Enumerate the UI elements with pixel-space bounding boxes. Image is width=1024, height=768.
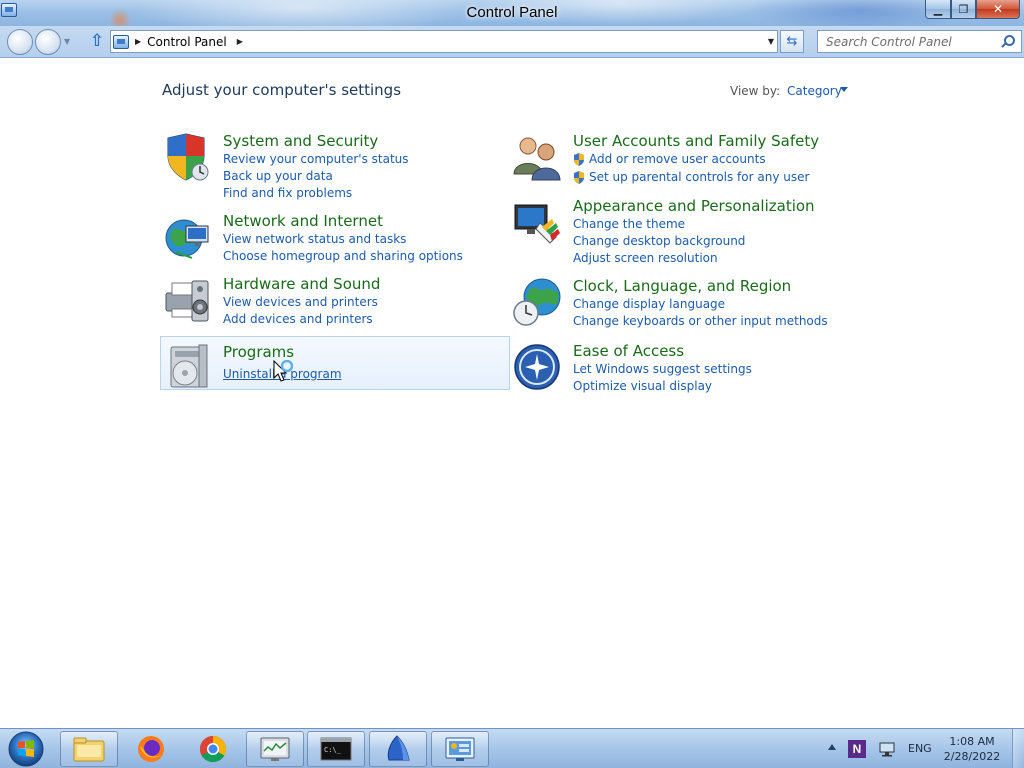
category-link[interactable]: Review your computer's status bbox=[223, 152, 409, 166]
uac-shield-icon bbox=[574, 171, 584, 184]
taskbar: C:\_ N ENG 1:08 AM 2/28/2022 bbox=[0, 728, 1024, 768]
category-link[interactable]: Add devices and printers bbox=[223, 312, 373, 326]
category-user-accounts: User Accounts and Family Safety Add or r… bbox=[512, 132, 832, 187]
category-hardware-and-sound: Hardware and Sound View devices and prin… bbox=[162, 275, 502, 330]
search-icon[interactable] bbox=[1004, 35, 1015, 46]
programs-cd-icon[interactable] bbox=[163, 341, 213, 391]
category-title[interactable]: Appearance and Personalization bbox=[573, 197, 815, 215]
category-link[interactable]: Let Windows suggest settings bbox=[573, 362, 752, 376]
taskbar-explorer[interactable] bbox=[60, 731, 118, 767]
chevron-down-icon[interactable] bbox=[840, 87, 848, 92]
control-panel-content: Adjust your computer's settings View by:… bbox=[0, 59, 1024, 728]
network-globe-icon[interactable] bbox=[162, 212, 212, 262]
window-controls: ▁ ❐ ✕ bbox=[925, 0, 1020, 19]
view-by-label: View by: bbox=[730, 84, 781, 98]
category-programs[interactable]: Programs Uninstall a program bbox=[160, 336, 510, 390]
category-system-and-security: System and Security Review your computer… bbox=[162, 132, 502, 204]
users-icon[interactable] bbox=[512, 132, 562, 182]
window-title: Control Panel bbox=[466, 4, 558, 21]
mouse-cursor-busy-icon bbox=[273, 360, 293, 382]
chrome-icon bbox=[199, 735, 227, 763]
category-link[interactable]: Adjust screen resolution bbox=[573, 251, 718, 265]
category-link[interactable]: Change keyboards or other input methods bbox=[573, 314, 828, 328]
category-title[interactable]: Programs bbox=[223, 343, 294, 361]
taskbar-sail-app[interactable] bbox=[369, 731, 427, 767]
up-arrow-icon[interactable]: ⇧ bbox=[88, 32, 106, 50]
address-dropdown-icon[interactable]: ▼ bbox=[768, 37, 774, 46]
monitor-paint-icon[interactable] bbox=[512, 197, 562, 247]
language-indicator[interactable]: ENG bbox=[908, 742, 932, 755]
category-title[interactable]: Network and Internet bbox=[223, 212, 383, 230]
ease-of-access-icon[interactable] bbox=[512, 342, 562, 392]
uac-shield-icon bbox=[574, 153, 584, 166]
navigation-bar: ▼ ⇧ ▶ Control Panel ▶ ▼ ⇆ bbox=[0, 26, 1024, 58]
clock-time: 1:08 AM bbox=[949, 735, 995, 748]
close-button[interactable]: ✕ bbox=[976, 0, 1020, 19]
category-network-and-internet: Network and Internet View network status… bbox=[162, 212, 502, 267]
category-link[interactable]: Choose homegroup and sharing options bbox=[223, 249, 463, 263]
title-bar: Control Panel ▁ ❐ ✕ bbox=[0, 0, 1024, 26]
category-title[interactable]: Clock, Language, and Region bbox=[573, 277, 791, 295]
category-clock-language-region: Clock, Language, and Region Change displ… bbox=[512, 277, 832, 332]
category-link[interactable]: View network status and tasks bbox=[223, 232, 406, 246]
view-by-dropdown[interactable]: Category bbox=[787, 84, 842, 98]
show-hidden-icons-arrow-icon[interactable] bbox=[828, 744, 836, 750]
search-box[interactable] bbox=[817, 30, 1022, 53]
tray-n-app-icon[interactable]: N bbox=[848, 740, 866, 758]
clock[interactable]: 1:08 AM 2/28/2022 bbox=[940, 734, 1004, 764]
control-panel-icon bbox=[445, 737, 475, 761]
recent-pages-dropdown-icon[interactable]: ▼ bbox=[64, 37, 70, 46]
system-tray: N ENG 1:08 AM 2/28/2022 bbox=[820, 729, 1024, 768]
category-title[interactable]: Ease of Access bbox=[573, 342, 684, 360]
category-link[interactable]: Back up your data bbox=[223, 169, 333, 183]
category-link[interactable]: Find and fix problems bbox=[223, 186, 352, 200]
explorer-icon bbox=[73, 737, 105, 762]
link-text[interactable]: Set up parental controls for any user bbox=[589, 170, 809, 184]
taskbar-control-panel[interactable] bbox=[431, 731, 489, 767]
search-input[interactable] bbox=[818, 31, 993, 52]
back-button[interactable] bbox=[7, 29, 33, 55]
category-link[interactable]: Change display language bbox=[573, 297, 725, 311]
control-panel-small-icon bbox=[113, 34, 129, 49]
show-desktop-button[interactable] bbox=[1012, 729, 1024, 768]
category-link[interactable]: Add or remove user accounts bbox=[573, 152, 766, 166]
link-text[interactable]: Add or remove user accounts bbox=[589, 152, 766, 166]
page-title: Adjust your computer's settings bbox=[162, 81, 402, 99]
category-link[interactable]: Change desktop background bbox=[573, 234, 745, 248]
svg-text:C:\_: C:\_ bbox=[324, 746, 342, 754]
address-bar[interactable]: ▶ Control Panel ▶ ▼ bbox=[110, 30, 778, 53]
category-title[interactable]: Hardware and Sound bbox=[223, 275, 380, 293]
breadcrumb-separator-icon[interactable]: ▶ bbox=[135, 37, 141, 46]
forward-button[interactable] bbox=[35, 29, 61, 55]
command-prompt-icon: C:\_ bbox=[320, 737, 352, 761]
firefox-icon bbox=[138, 736, 164, 762]
category-ease-of-access: Ease of Access Let Windows suggest setti… bbox=[512, 342, 832, 397]
taskbar-firefox[interactable] bbox=[122, 731, 180, 767]
shield-icon[interactable] bbox=[162, 132, 212, 182]
clock-globe-icon[interactable] bbox=[512, 277, 562, 327]
maximize-button[interactable]: ❐ bbox=[951, 0, 976, 19]
minimize-button[interactable]: ▁ bbox=[925, 0, 951, 19]
printer-speaker-icon[interactable] bbox=[162, 275, 212, 325]
taskbar-task-manager[interactable] bbox=[246, 731, 304, 767]
sail-app-icon bbox=[387, 735, 410, 761]
category-appearance: Appearance and Personalization Change th… bbox=[512, 197, 832, 269]
taskbar-chrome[interactable] bbox=[184, 731, 242, 767]
category-link[interactable]: Change the theme bbox=[573, 217, 685, 231]
task-manager-icon bbox=[260, 737, 290, 761]
start-button[interactable] bbox=[4, 730, 48, 768]
category-link[interactable]: View devices and printers bbox=[223, 295, 378, 309]
category-title[interactable]: User Accounts and Family Safety bbox=[573, 132, 819, 150]
taskbar-command-prompt[interactable]: C:\_ bbox=[307, 731, 365, 767]
category-link[interactable]: Set up parental controls for any user bbox=[573, 170, 809, 184]
refresh-button[interactable]: ⇆ bbox=[780, 30, 804, 53]
breadcrumb-control-panel[interactable]: Control Panel bbox=[147, 35, 227, 49]
network-icon[interactable] bbox=[878, 741, 896, 757]
clock-date: 2/28/2022 bbox=[943, 750, 1001, 763]
category-link[interactable]: Optimize visual display bbox=[573, 379, 712, 393]
breadcrumb-chevron-icon[interactable]: ▶ bbox=[237, 37, 243, 46]
category-title[interactable]: System and Security bbox=[223, 132, 378, 150]
